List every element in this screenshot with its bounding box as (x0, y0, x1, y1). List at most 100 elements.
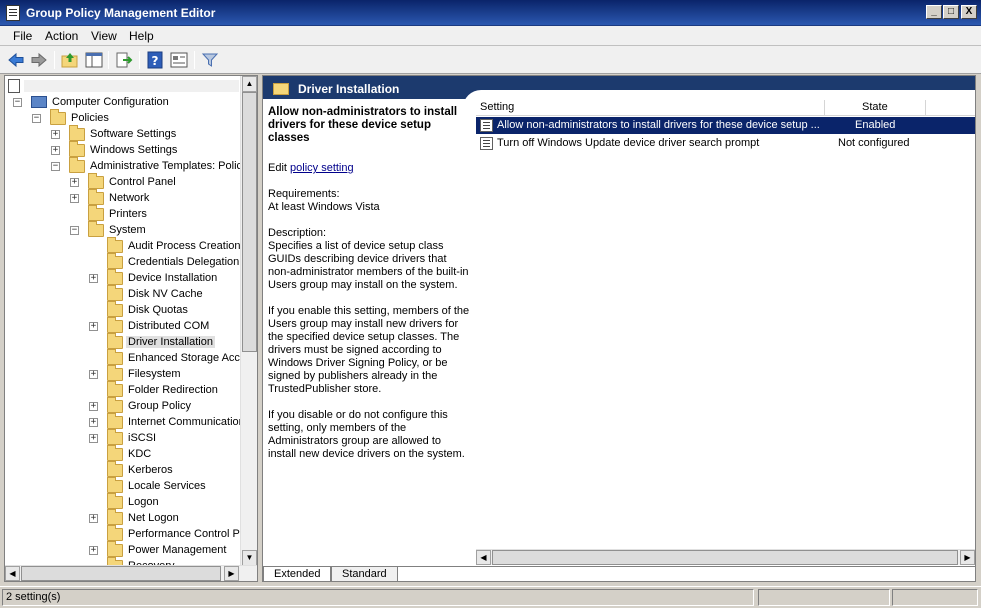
tree-item-computer-configuration[interactable]: − Computer Configuration (5, 95, 241, 111)
tree-item-label: Enhanced Storage Acces (128, 352, 241, 364)
tree-item-label: Logon (128, 496, 159, 508)
tree-item-label: Disk NV Cache (128, 288, 203, 300)
column-state[interactable]: State (862, 101, 888, 113)
minimize-button[interactable]: _ (926, 5, 942, 19)
properties-icon[interactable] (169, 50, 189, 70)
scroll-right-arrow-icon[interactable]: ▶ (960, 550, 975, 565)
expand-icon[interactable]: + (89, 434, 98, 443)
tree-item-performance-control-panel[interactable]: Performance Control Par (5, 525, 241, 543)
menu-file[interactable]: File (13, 29, 32, 43)
forward-icon[interactable] (29, 50, 49, 70)
tree-item-enhanced-storage-access[interactable]: Enhanced Storage Acces (5, 349, 241, 367)
tree-item-driver-installation[interactable]: Driver Installation (5, 333, 241, 351)
close-button[interactable]: X (961, 5, 977, 19)
tree-item-kerberos[interactable]: Kerberos (5, 461, 241, 479)
tree-item-filesystem[interactable]: + Filesystem (5, 365, 241, 383)
expand-icon[interactable]: + (89, 402, 98, 411)
tree-item-locale-services[interactable]: Locale Services (5, 477, 241, 495)
list-horizontal-scrollbar[interactable]: ◀ ▶ (476, 549, 975, 565)
tree-item-kdc[interactable]: KDC (5, 445, 241, 463)
expand-icon[interactable]: + (89, 274, 98, 283)
tree-item-internet-communication[interactable]: + Internet Communication (5, 413, 241, 431)
tab-standard[interactable]: Standard (331, 567, 398, 581)
tree-item-iscsi[interactable]: + iSCSI (5, 429, 241, 447)
list-scroll-thumb[interactable] (492, 550, 958, 565)
policy-setting-link[interactable]: policy setting (290, 162, 354, 174)
tree-item-label: Windows Settings (90, 144, 178, 156)
expand-icon[interactable]: + (89, 546, 98, 555)
scroll-left-arrow-icon[interactable]: ◀ (5, 566, 20, 581)
tree-item-disk-nv-cache[interactable]: Disk NV Cache (5, 285, 241, 303)
list-row[interactable]: Allow non-administrators to install driv… (476, 117, 975, 134)
tree-vertical-scrollbar[interactable]: ▲ ▼ (240, 76, 257, 566)
folder-icon (107, 317, 123, 333)
tree-item-logon[interactable]: Logon (5, 493, 241, 511)
tree-item-network[interactable]: + Network (5, 189, 241, 207)
tree-item-label: Driver Installation (126, 336, 215, 348)
tree-item-label: Credentials Delegation (128, 256, 240, 268)
menu-action[interactable]: Action (45, 29, 78, 43)
tree-item-power-management[interactable]: + Power Management (5, 541, 241, 559)
collapse-icon[interactable]: − (13, 98, 22, 107)
folder-icon (88, 221, 104, 237)
scroll-right-arrow-icon[interactable]: ▶ (224, 566, 239, 581)
collapse-icon[interactable]: − (32, 114, 41, 123)
list-header: Setting State (476, 100, 975, 116)
expand-icon[interactable]: + (89, 418, 98, 427)
menu-view[interactable]: View (91, 29, 117, 43)
status-text: 2 setting(s) (6, 591, 61, 603)
collapse-icon[interactable]: − (51, 162, 60, 171)
expand-icon[interactable]: + (89, 514, 98, 523)
folder-icon (107, 365, 123, 381)
tree-item-net-logon[interactable]: + Net Logon (5, 509, 241, 527)
tree-item-software-settings[interactable]: + Software Settings (5, 125, 241, 143)
expand-icon[interactable]: + (70, 178, 79, 187)
tree-item-system[interactable]: − System (5, 221, 241, 239)
tree-item-label: Audit Process Creation (128, 240, 241, 252)
tree-item-audit-process-creation[interactable]: Audit Process Creation (5, 237, 241, 255)
column-setting[interactable]: Setting (480, 101, 514, 113)
tree-item-policies[interactable]: − Policies (5, 109, 241, 127)
up-folder-icon[interactable] (60, 50, 80, 70)
details-header-title: Driver Installation (298, 82, 400, 96)
tree-item-group-policy[interactable]: + Group Policy (5, 397, 241, 415)
tree-item-device-installation[interactable]: + Device Installation (5, 269, 241, 287)
tree-item-printers[interactable]: Printers (5, 205, 241, 223)
tab-extended[interactable]: Extended (263, 567, 332, 581)
help-icon[interactable]: ? (145, 50, 165, 70)
tree-item-label: Net Logon (128, 512, 179, 524)
filter-icon[interactable] (200, 50, 220, 70)
scroll-down-arrow-icon[interactable]: ▼ (242, 550, 257, 566)
folder-icon (107, 509, 123, 525)
tree-item-label: Policies (71, 112, 109, 124)
scroll-thumb[interactable] (242, 92, 257, 352)
export-list-icon[interactable] (114, 50, 134, 70)
tree-item-label: System (109, 224, 146, 236)
expand-icon[interactable]: + (89, 370, 98, 379)
expand-icon[interactable]: + (70, 194, 79, 203)
expand-icon[interactable]: + (51, 146, 60, 155)
expand-icon[interactable]: + (51, 130, 60, 139)
tree-item-credentials-delegation[interactable]: Credentials Delegation (5, 253, 241, 271)
collapse-icon[interactable]: − (70, 226, 79, 235)
tree-item-label: KDC (128, 448, 152, 460)
tree-item-distributed-com[interactable]: + Distributed COM (5, 317, 241, 335)
expand-icon[interactable]: + (89, 322, 98, 331)
list-row[interactable]: Turn off Windows Update device driver se… (476, 135, 975, 152)
h-scroll-thumb[interactable] (21, 566, 221, 581)
tree-item-folder-redirection[interactable]: Folder Redirection (5, 381, 241, 399)
maximize-button[interactable]: □ (943, 5, 959, 19)
tree-horizontal-scrollbar[interactable]: ◀ ▶ (5, 565, 257, 581)
extended-description: Allow non-administrators to install driv… (268, 106, 470, 474)
scroll-left-arrow-icon[interactable]: ◀ (476, 550, 491, 565)
requirements-value: At least Windows Vista (268, 201, 380, 213)
tree-item-disk-quotas[interactable]: Disk Quotas (5, 301, 241, 319)
scroll-up-arrow-icon[interactable]: ▲ (242, 76, 257, 92)
tree-item-administrative-templates[interactable]: − Administrative Templates: Policy (5, 157, 241, 175)
back-icon[interactable] (6, 50, 26, 70)
menu-help[interactable]: Help (129, 29, 154, 43)
tree-item-windows-settings[interactable]: + Windows Settings (5, 141, 241, 159)
show-hide-tree-icon[interactable] (84, 50, 104, 70)
menu-bar: File Action View Help (0, 26, 981, 46)
tree-item-control-panel[interactable]: + Control Panel (5, 173, 241, 191)
